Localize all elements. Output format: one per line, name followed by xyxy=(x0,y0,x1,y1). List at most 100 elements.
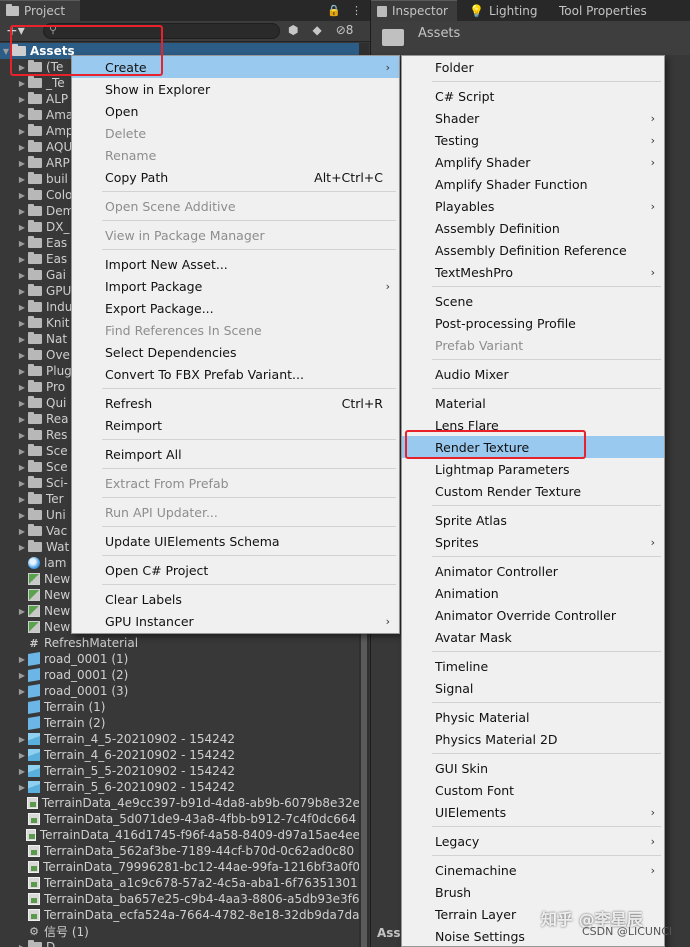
ctx-item-refresh[interactable]: Refresh Ctrl+R xyxy=(72,392,399,414)
tree-row[interactable]: ▶ road_0001 (1) xyxy=(0,651,360,667)
tree-row[interactable]: TerrainData_562af3be-7189-44cf-b70d-0c62… xyxy=(0,843,360,859)
filter-label-icon[interactable]: ◆ xyxy=(312,23,321,37)
create-item-animator-override-controller[interactable]: Animator Override Controller xyxy=(402,604,664,626)
create-item-avatar-mask[interactable]: Avatar Mask xyxy=(402,626,664,648)
expand-arrow-icon[interactable]: ▶ xyxy=(16,111,28,120)
scroll-thumb[interactable] xyxy=(361,603,367,947)
create-item-audio-mixer[interactable]: Audio Mixer xyxy=(402,363,664,385)
lock-icon[interactable]: 🔒 xyxy=(327,4,341,17)
tree-row[interactable]: TerrainData_ecfa524a-7664-4782-8e18-32db… xyxy=(0,907,360,923)
create-item-animation[interactable]: Animation xyxy=(402,582,664,604)
expand-arrow-icon[interactable]: ▶ xyxy=(16,207,28,216)
expand-arrow-icon[interactable]: ▶ xyxy=(16,511,28,520)
create-item-physic-material[interactable]: Physic Material xyxy=(402,706,664,728)
create-item-cinemachine[interactable]: Cinemachine › xyxy=(402,859,664,881)
create-item-custom-render-texture[interactable]: Custom Render Texture xyxy=(402,480,664,502)
tree-row[interactable]: TerrainData_a1c9c678-57a2-4c5a-aba1-6f76… xyxy=(0,875,360,891)
expand-arrow-icon[interactable]: ▶ xyxy=(16,767,28,776)
tree-row[interactable]: ▶ Terrain_4_6-20210902 - 154242 xyxy=(0,747,360,763)
create-item-render-texture[interactable]: Render Texture xyxy=(402,436,664,458)
create-item-uielements[interactable]: UIElements › xyxy=(402,801,664,823)
expand-arrow-icon[interactable]: ▶ xyxy=(16,95,28,104)
expand-arrow-icon[interactable]: ▶ xyxy=(16,287,28,296)
expand-arrow-icon[interactable]: ▶ xyxy=(16,191,28,200)
create-item-noise-settings[interactable]: Noise Settings xyxy=(402,925,664,947)
expand-arrow-icon[interactable]: ▶ xyxy=(16,319,28,328)
ctx-item-gpu-instancer[interactable]: GPU Instancer › xyxy=(72,610,399,632)
more-options-icon[interactable]: ⋮ xyxy=(351,4,362,17)
create-item-scene[interactable]: Scene xyxy=(402,290,664,312)
expand-arrow-icon[interactable]: ▶ xyxy=(16,415,28,424)
tree-row[interactable]: ▶ Terrain_5_5-20210902 - 154242 xyxy=(0,763,360,779)
filter-type-icon[interactable]: ⬢ xyxy=(288,23,298,37)
create-item-lightmap-parameters[interactable]: Lightmap Parameters xyxy=(402,458,664,480)
create-item-testing[interactable]: Testing › xyxy=(402,129,664,151)
expand-arrow-icon[interactable]: ▶ xyxy=(16,271,28,280)
tab-tool-properties[interactable]: Tool Properties xyxy=(553,0,655,21)
expand-arrow-icon[interactable]: ▶ xyxy=(16,79,28,88)
expand-arrow-icon[interactable]: ▶ xyxy=(16,735,28,744)
tree-row[interactable]: Terrain (2) xyxy=(0,715,360,731)
create-item-sprites[interactable]: Sprites › xyxy=(402,531,664,553)
create-item-timeline[interactable]: Timeline xyxy=(402,655,664,677)
tree-row[interactable]: TerrainData_ba657e25-c9b4-4aa3-8806-a5db… xyxy=(0,891,360,907)
create-item-terrain-layer[interactable]: Terrain Layer xyxy=(402,903,664,925)
ctx-item-update-uielements-schema[interactable]: Update UIElements Schema xyxy=(72,530,399,552)
expand-arrow-icon[interactable]: ▶ xyxy=(16,159,28,168)
ctx-item-create[interactable]: Create › xyxy=(72,56,399,78)
hidden-packages-toggle[interactable]: ⊘8 xyxy=(336,23,354,37)
expand-arrow-icon[interactable]: ▶ xyxy=(16,399,28,408)
expand-arrow-icon[interactable]: ▶ xyxy=(16,335,28,344)
ctx-item-open[interactable]: Open xyxy=(72,100,399,122)
expand-arrow-icon[interactable]: ▶ xyxy=(16,255,28,264)
expand-arrow-icon[interactable]: ▶ xyxy=(16,175,28,184)
expand-arrow-icon[interactable]: ▶ xyxy=(16,223,28,232)
expand-arrow-icon[interactable]: ▶ xyxy=(16,351,28,360)
tab-project[interactable]: Project xyxy=(0,0,80,21)
create-item-lens-flare[interactable]: Lens Flare xyxy=(402,414,664,436)
tree-row[interactable]: ▶ D... xyxy=(0,939,360,947)
expand-arrow-icon[interactable]: ▶ xyxy=(16,655,28,664)
tree-row[interactable]: TerrainData_4e9cc397-b91d-4da8-ab9b-6079… xyxy=(0,795,360,811)
ctx-item-export-package[interactable]: Export Package... xyxy=(72,297,399,319)
expand-arrow-icon[interactable]: ▶ xyxy=(16,751,28,760)
tree-row[interactable]: TerrainData_416d1745-f96f-4a58-8409-d97a… xyxy=(0,827,360,843)
create-item-amplify-shader[interactable]: Amplify Shader › xyxy=(402,151,664,173)
create-item-physics-material-2d[interactable]: Physics Material 2D xyxy=(402,728,664,750)
create-item-playables[interactable]: Playables › xyxy=(402,195,664,217)
ctx-item-copy-path[interactable]: Copy Path Alt+Ctrl+C xyxy=(72,166,399,188)
ctx-item-select-dependencies[interactable]: Select Dependencies xyxy=(72,341,399,363)
create-item-gui-skin[interactable]: GUI Skin xyxy=(402,757,664,779)
create-dropdown-button[interactable]: +▾ xyxy=(6,23,25,39)
search-input[interactable]: ⚲ xyxy=(43,23,280,39)
expand-arrow-icon[interactable]: ▶ xyxy=(16,367,28,376)
tree-row[interactable]: ▶ road_0001 (2) xyxy=(0,667,360,683)
tree-row[interactable]: ⚙ 信号 (1) xyxy=(0,923,360,939)
ctx-item-clear-labels[interactable]: Clear Labels xyxy=(72,588,399,610)
create-item-shader[interactable]: Shader › xyxy=(402,107,664,129)
expand-arrow-icon[interactable]: ▶ xyxy=(16,463,28,472)
create-item-signal[interactable]: Signal xyxy=(402,677,664,699)
ctx-item-open-c-project[interactable]: Open C# Project xyxy=(72,559,399,581)
tree-row[interactable]: Terrain (1) xyxy=(0,699,360,715)
ctx-item-show-in-explorer[interactable]: Show in Explorer xyxy=(72,78,399,100)
ctx-item-convert-to-fbx-prefab-variant[interactable]: Convert To FBX Prefab Variant... xyxy=(72,363,399,385)
expand-arrow-icon[interactable]: ▶ xyxy=(16,687,28,696)
tree-row[interactable]: # RefreshMaterial xyxy=(0,635,360,651)
expand-arrow-icon[interactable]: ▶ xyxy=(16,543,28,552)
create-item-legacy[interactable]: Legacy › xyxy=(402,830,664,852)
tree-row[interactable]: ▶ Terrain_5_6-20210902 - 154242 xyxy=(0,779,360,795)
create-item-folder[interactable]: Folder xyxy=(402,56,664,78)
ctx-item-import-new-asset[interactable]: Import New Asset... xyxy=(72,253,399,275)
expand-arrow-icon[interactable]: ▶ xyxy=(16,63,28,72)
create-item-custom-font[interactable]: Custom Font xyxy=(402,779,664,801)
expand-arrow-icon[interactable]: ▶ xyxy=(16,607,28,616)
expand-arrow-icon[interactable]: ▶ xyxy=(16,671,28,680)
expand-arrow-icon[interactable]: ▶ xyxy=(16,447,28,456)
create-item-assembly-definition-reference[interactable]: Assembly Definition Reference xyxy=(402,239,664,261)
tree-row[interactable]: TerrainData_79996281-bc12-44ae-99fa-1216… xyxy=(0,859,360,875)
expand-arrow-icon[interactable]: ▶ xyxy=(16,783,28,792)
create-item-assembly-definition[interactable]: Assembly Definition xyxy=(402,217,664,239)
tree-row[interactable]: ▶ road_0001 (3) xyxy=(0,683,360,699)
ctx-item-import-package[interactable]: Import Package › xyxy=(72,275,399,297)
